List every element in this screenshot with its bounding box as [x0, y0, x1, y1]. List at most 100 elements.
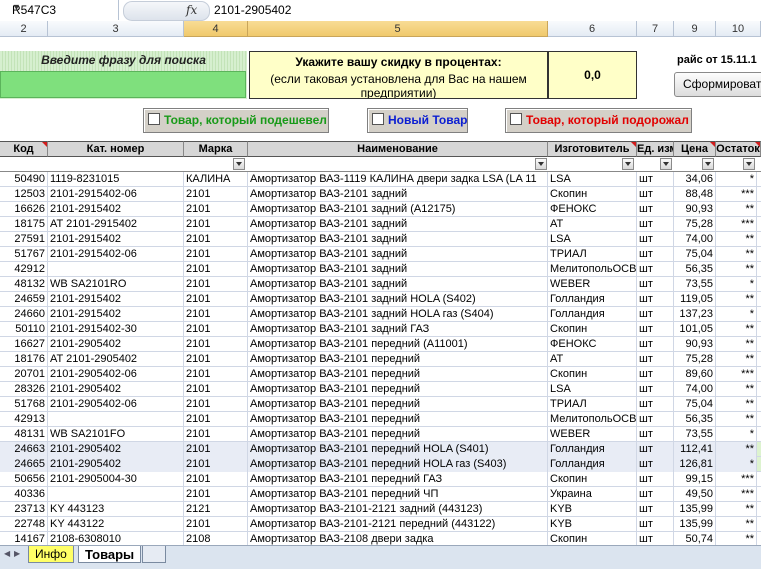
cell-price[interactable]: 56,35 [674, 412, 716, 427]
cell-stock[interactable]: ** [716, 412, 757, 427]
cell-cat[interactable]: 2101-2905402 [48, 382, 184, 397]
cell-unit[interactable]: шт [637, 517, 674, 532]
cell-unit[interactable]: шт [637, 292, 674, 307]
cell-stock[interactable]: ** [716, 262, 757, 277]
generate-button[interactable]: Сформироват [674, 72, 761, 97]
table-row[interactable]: 18176 AT 2101-2905402 2101 Амортизатор ВАЗ-… [0, 352, 761, 367]
table-row[interactable]: 18175 AT 2101-2915402 2101 Амортизатор ВАЗ-… [0, 217, 761, 232]
cell-name[interactable]: Амортизатор ВАЗ-2101 задний HOLA газ (S4… [248, 307, 548, 322]
cell-cat[interactable]: 2101-2905402 [48, 457, 184, 472]
table-row[interactable]: 27591 2101-2915402 2101 Амортизатор ВАЗ-210… [0, 232, 761, 247]
cell-price[interactable]: 135,99 [674, 517, 716, 532]
cell-code[interactable]: 16626 [0, 202, 48, 217]
table-row[interactable]: 51767 2101-2915402-06 2101 Амортизатор ВАЗ-… [0, 247, 761, 262]
cell-price[interactable]: 49,50 [674, 487, 716, 502]
cell-mfr[interactable]: WEBER [548, 427, 637, 442]
cell-price[interactable]: 75,28 [674, 217, 716, 232]
cell-brand[interactable]: 2101 [184, 367, 248, 382]
cell-code[interactable]: 48132 [0, 277, 48, 292]
column-header[interactable]: 3 [48, 21, 184, 37]
cell-code[interactable]: 24665 [0, 457, 48, 472]
cell-unit[interactable]: шт [637, 367, 674, 382]
cell-cat[interactable]: 1119-8231015 [48, 172, 184, 187]
cell-brand[interactable]: 2101 [184, 472, 248, 487]
table-row[interactable]: 40336 2101 Амортизатор ВАЗ-2101 передний Ч… [0, 487, 761, 502]
cell-name[interactable]: Амортизатор ВАЗ-2101 передний HOLA (S401… [248, 442, 548, 457]
table-row[interactable]: 48132 WB SA2101RO 2101 Амортизатор ВАЗ-2101… [0, 277, 761, 292]
cell-stock[interactable]: ** [716, 337, 757, 352]
cell-mfr[interactable]: МелитопольОСВ [548, 262, 637, 277]
filter-dropdown-icon[interactable] [622, 158, 634, 170]
cell-unit[interactable]: шт [637, 427, 674, 442]
cell-name[interactable]: Амортизатор ВАЗ-2101 передний [248, 412, 548, 427]
cell-code[interactable]: 24663 [0, 442, 48, 457]
table-row[interactable]: 16627 2101-2905402 2101 Амортизатор ВАЗ-210… [0, 337, 761, 352]
cell-price[interactable]: 101,05 [674, 322, 716, 337]
cell-name[interactable]: Амортизатор ВАЗ-2101 передний [248, 352, 548, 367]
cell-unit[interactable]: шт [637, 472, 674, 487]
cell-mfr[interactable]: KYB [548, 517, 637, 532]
cell-cat[interactable]: 2101-2915402-30 [48, 322, 184, 337]
cell-cat[interactable]: KY 443123 [48, 502, 184, 517]
filter-dropdown-icon[interactable] [743, 158, 755, 170]
cell-name[interactable]: Амортизатор ВАЗ-2101 задний ГАЗ [248, 322, 548, 337]
cell-unit[interactable]: шт [637, 172, 674, 187]
cell-mfr[interactable]: LSA [548, 382, 637, 397]
filter-new-button[interactable]: Новый Товар [367, 108, 468, 133]
cell-stock[interactable]: ** [716, 232, 757, 247]
cell-brand[interactable]: 2101 [184, 457, 248, 472]
cell-name[interactable]: Амортизатор ВАЗ-2101 задний HOLA (S402) [248, 292, 548, 307]
cell-mfr[interactable]: Скопин [548, 472, 637, 487]
cell-unit[interactable]: шт [637, 502, 674, 517]
cell-price[interactable]: 75,28 [674, 352, 716, 367]
name-box[interactable]: R547C3 ▼ [0, 0, 119, 20]
cell-code[interactable]: 28326 [0, 382, 48, 397]
checkbox-icon[interactable] [510, 113, 522, 125]
search-input[interactable] [0, 71, 246, 98]
cell-price[interactable]: 56,35 [674, 262, 716, 277]
cell-stock[interactable]: ** [716, 442, 757, 457]
cell-cat[interactable]: 2101-2905402-06 [48, 367, 184, 382]
cell-stock[interactable]: ** [716, 382, 757, 397]
cell-stock[interactable]: * [716, 172, 757, 187]
cell-unit[interactable]: шт [637, 412, 674, 427]
cell-name[interactable]: Амортизатор ВАЗ-2101 задний [248, 262, 548, 277]
cell-unit[interactable]: шт [637, 442, 674, 457]
cell-cat[interactable]: AT 2101-2915402 [48, 217, 184, 232]
cell-mfr[interactable]: Скопин [548, 367, 637, 382]
cell-mfr[interactable]: ТРИАЛ [548, 397, 637, 412]
table-row[interactable]: 42913 2101 Амортизатор ВАЗ-2101 передний Ме… [0, 412, 761, 427]
table-row[interactable]: 50656 2101-2905004-30 2101 Амортизатор ВАЗ-… [0, 472, 761, 487]
cell-unit[interactable]: шт [637, 202, 674, 217]
filter-dropdown-icon[interactable] [660, 158, 672, 170]
cell-brand[interactable]: 2101 [184, 427, 248, 442]
column-header[interactable]: 2 [0, 21, 48, 37]
column-header[interactable]: 5 [248, 21, 548, 37]
discount-input[interactable]: 0,0 [548, 51, 637, 99]
cell-price[interactable]: 126,81 [674, 457, 716, 472]
cell-stock[interactable]: *** [716, 187, 757, 202]
sheet-tab-info[interactable]: Инфо [28, 546, 74, 563]
cell-name[interactable]: Амортизатор ВАЗ-2101 передний HOLA газ (… [248, 457, 548, 472]
cell-stock[interactable]: *** [716, 217, 757, 232]
cell-brand[interactable]: 2101 [184, 322, 248, 337]
cell-cat[interactable]: 2101-2915402 [48, 307, 184, 322]
cell-price[interactable]: 73,55 [674, 277, 716, 292]
cell-name[interactable]: Амортизатор ВАЗ-2101 задний (А12175) [248, 202, 548, 217]
cell-price[interactable]: 89,60 [674, 367, 716, 382]
formula-input[interactable]: 2101-2905402 [214, 3, 291, 17]
cell-mfr[interactable]: WEBER [548, 277, 637, 292]
cell-cat[interactable]: 2101-2905402 [48, 337, 184, 352]
cell-brand[interactable]: 2101 [184, 217, 248, 232]
cell-cat[interactable] [48, 412, 184, 427]
cell-mfr[interactable]: Скопин [548, 322, 637, 337]
table-row[interactable]: 16626 2101-2915402 2101 Амортизатор ВАЗ-210… [0, 202, 761, 217]
cell-mfr[interactable]: Украина [548, 487, 637, 502]
cell-brand[interactable]: 2101 [184, 232, 248, 247]
table-row[interactable]: 42912 2101 Амортизатор ВАЗ-2101 задний Мели… [0, 262, 761, 277]
cell-brand[interactable]: 2101 [184, 202, 248, 217]
cell-unit[interactable]: шт [637, 352, 674, 367]
cell-code[interactable]: 50110 [0, 322, 48, 337]
cell-brand[interactable]: 2101 [184, 337, 248, 352]
cell-name[interactable]: Амортизатор ВАЗ-2101 передний [248, 367, 548, 382]
